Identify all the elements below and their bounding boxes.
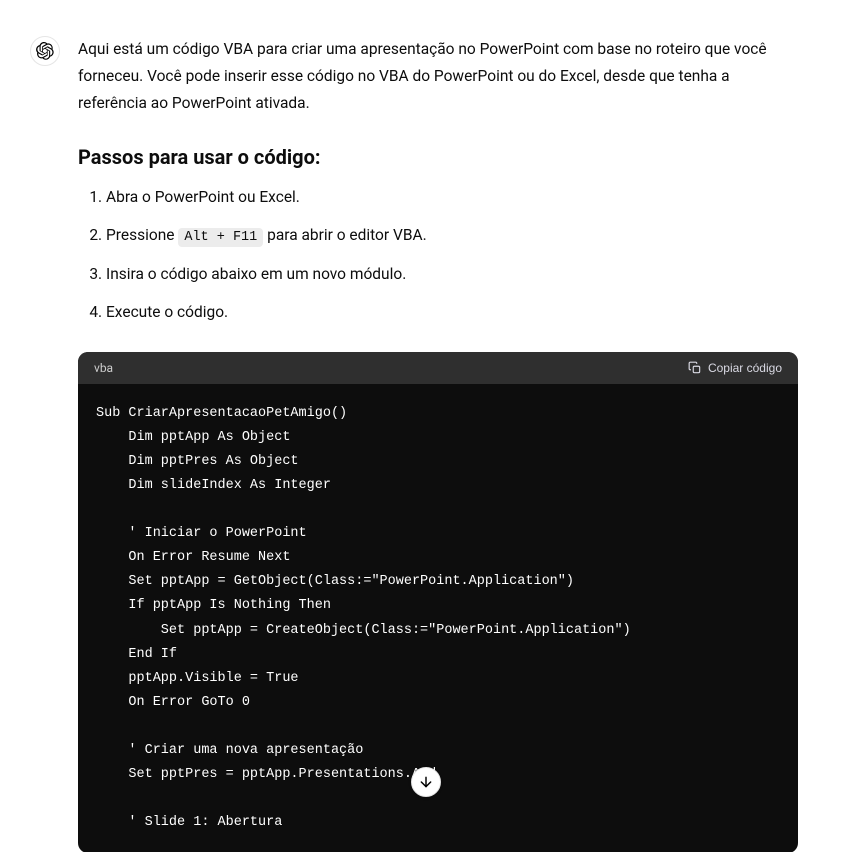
code-language-label: vba: [94, 361, 113, 375]
copy-label: Copiar código: [708, 361, 782, 375]
copy-icon: [688, 361, 702, 375]
message-content: Aqui está um código VBA para criar uma a…: [78, 36, 798, 852]
step-item: Insira o código abaixo em um novo módulo…: [106, 262, 798, 287]
step-item: Execute o código.: [106, 300, 798, 325]
intro-paragraph: Aqui está um código VBA para criar uma a…: [78, 36, 798, 117]
inline-code: Alt + F11: [178, 228, 263, 247]
step-text: Pressione: [106, 226, 178, 244]
step-item: Pressione Alt + F11 para abrir o editor …: [106, 223, 798, 249]
code-header: vba Copiar código: [78, 352, 798, 384]
arrow-down-icon: [418, 774, 434, 790]
steps-heading: Passos para usar o código:: [78, 145, 798, 169]
scroll-down-button[interactable]: [411, 767, 441, 797]
assistant-avatar: [30, 36, 60, 66]
step-item: Abra o PowerPoint ou Excel.: [106, 185, 798, 210]
steps-list: Abra o PowerPoint ou Excel. Pressione Al…: [78, 185, 798, 324]
step-text: para abrir o editor VBA.: [263, 226, 426, 244]
openai-logo-icon: [36, 42, 54, 60]
copy-code-button[interactable]: Copiar código: [688, 361, 782, 375]
